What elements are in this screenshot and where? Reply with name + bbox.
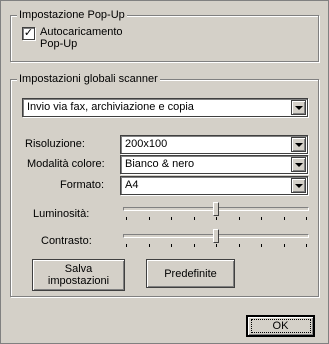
color-mode-select[interactable]: Bianco & nero — [120, 155, 308, 174]
scanner-global-settings-group: Impostazioni globali scanner Invio via f… — [10, 72, 319, 297]
slider-tick — [284, 217, 285, 220]
chevron-down-icon[interactable] — [291, 100, 306, 115]
resolution-label: Risoluzione: — [25, 138, 85, 150]
slider-tick — [239, 244, 240, 247]
slider-tick — [149, 217, 150, 220]
slider-tick — [171, 217, 172, 220]
chevron-down-icon[interactable] — [291, 178, 306, 193]
ok-label: OK — [250, 319, 311, 333]
slider-tick — [239, 217, 240, 220]
slider-tick — [194, 217, 195, 220]
resolution-value: 200x100 — [125, 138, 168, 150]
resolution-select[interactable]: 200x100 — [120, 135, 308, 154]
slider-tick — [194, 244, 195, 247]
color-mode-label: Modalità colore: — [27, 158, 105, 170]
autoload-popup-checkbox[interactable]: ✓ — [22, 27, 35, 40]
brightness-label: Luminosità: — [33, 208, 90, 220]
save-settings-label: Salva impostazioni — [47, 263, 110, 287]
slider-tick — [171, 244, 172, 247]
slider-tick — [261, 244, 262, 247]
scanner-settings-dialog: Impostazione Pop-Up ✓ Autocaricamento Po… — [0, 0, 329, 344]
autoload-popup-label: Autocaricamento Pop-Up — [40, 26, 123, 50]
slider-tick — [149, 244, 150, 247]
popup-settings-group: Impostazione Pop-Up ✓ Autocaricamento Po… — [10, 8, 319, 62]
slider-tick — [126, 217, 127, 220]
color-mode-value: Bianco & nero — [125, 158, 195, 170]
contrast-label: Contrasto: — [41, 235, 92, 247]
slider-tick — [216, 244, 217, 247]
scanner-group-title: Impostazioni globali scanner — [17, 72, 160, 86]
slider-tick — [306, 217, 307, 220]
brightness-slider-thumb[interactable] — [213, 202, 219, 216]
slider-tick — [306, 244, 307, 247]
contrast-slider-thumb[interactable] — [213, 229, 219, 243]
slider-tick — [261, 217, 262, 220]
save-settings-button[interactable]: Salva impostazioni — [32, 259, 125, 291]
scan-mode-select[interactable]: Invio via fax, archiviazione e copia — [22, 98, 308, 117]
popup-group-title: Impostazione Pop-Up — [17, 8, 127, 22]
defaults-button[interactable]: Predefinite — [146, 259, 235, 288]
brightness-slider[interactable] — [123, 201, 309, 221]
format-value: A4 — [125, 179, 139, 191]
autoload-popup-row[interactable]: ✓ Autocaricamento Pop-Up — [22, 26, 123, 50]
checkmark-icon: ✓ — [23, 27, 34, 39]
chevron-down-icon[interactable] — [291, 137, 306, 152]
scan-mode-value: Invio via fax, archiviazione e copia — [27, 101, 194, 113]
ok-button[interactable]: OK — [246, 315, 315, 337]
slider-tick — [284, 244, 285, 247]
defaults-label: Predefinite — [164, 267, 217, 280]
slider-tick — [126, 244, 127, 247]
format-select[interactable]: A4 — [120, 176, 308, 195]
chevron-down-icon[interactable] — [291, 157, 306, 172]
slider-tick — [216, 217, 217, 220]
contrast-slider[interactable] — [123, 228, 309, 248]
format-label: Formato: — [60, 179, 105, 191]
